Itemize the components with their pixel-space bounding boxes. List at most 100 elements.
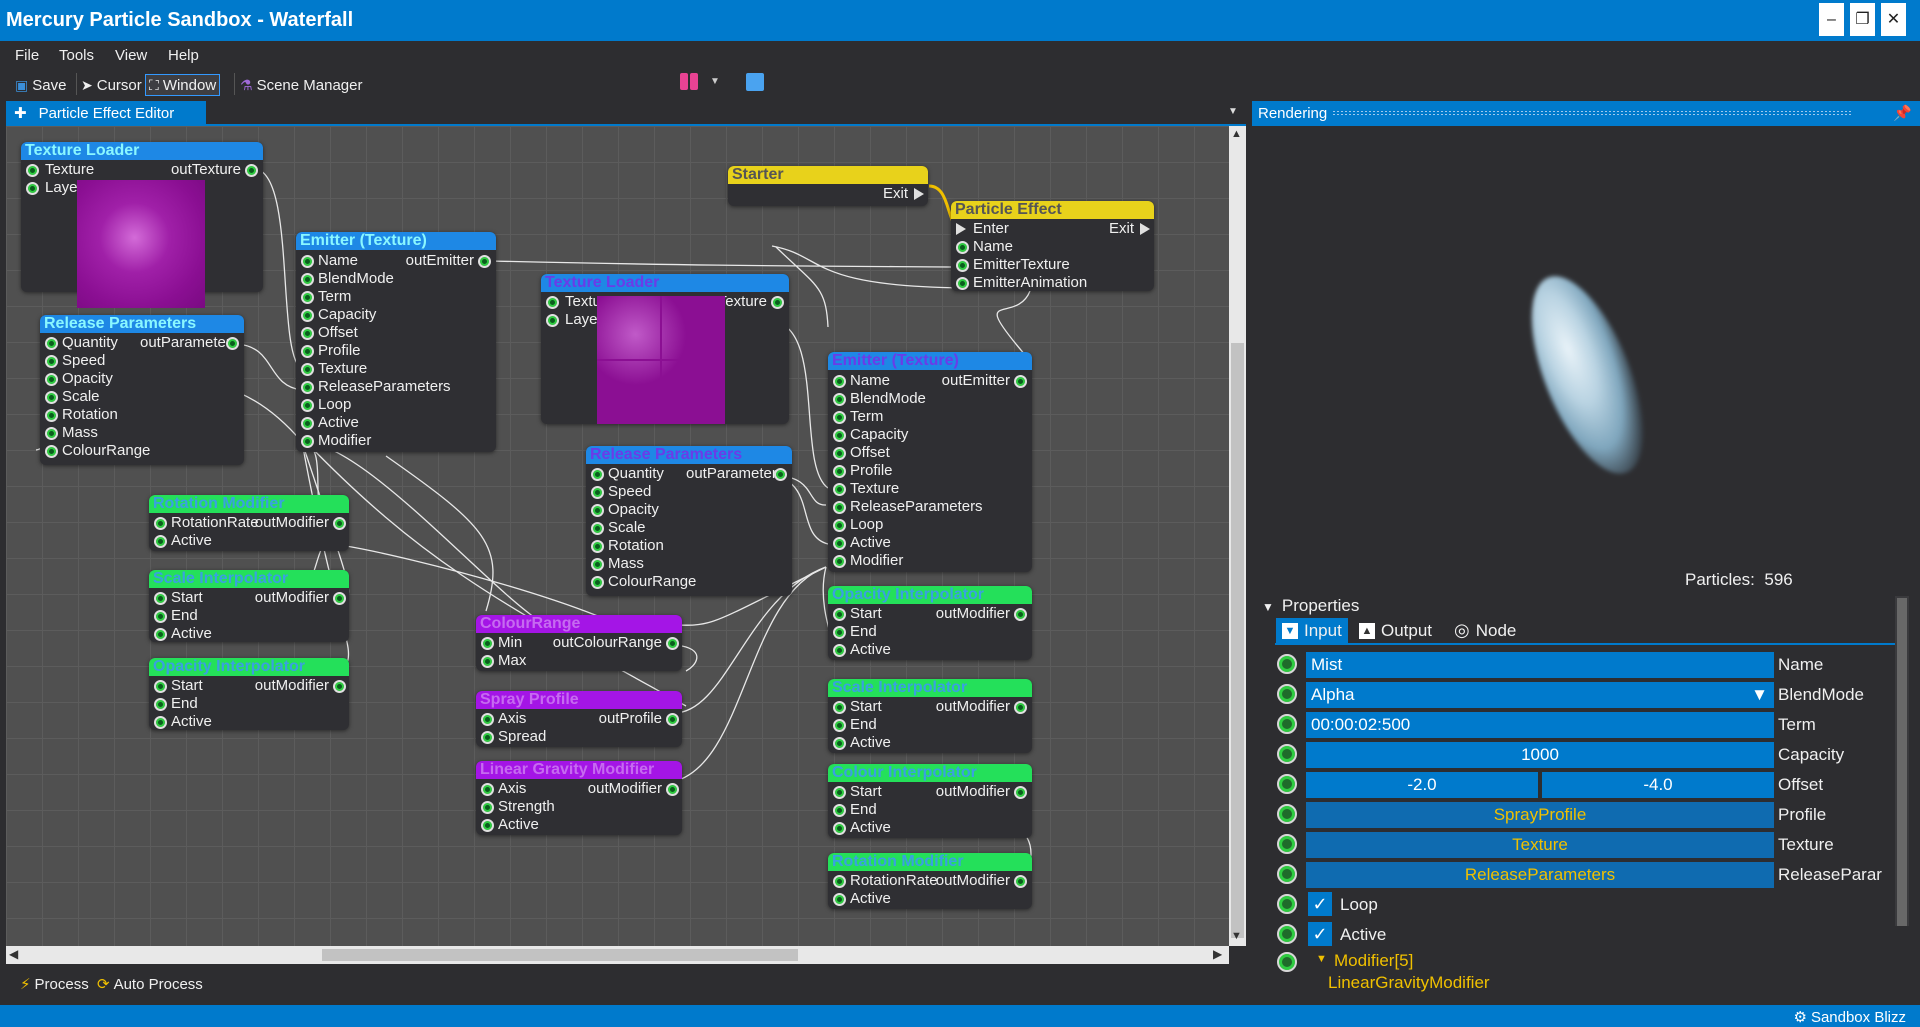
input-pin[interactable] [546,296,559,309]
input-pin[interactable] [301,435,314,448]
input-pin[interactable] [301,345,314,358]
input-pin[interactable] [591,540,604,553]
input-pin[interactable] [481,713,494,726]
input-pin[interactable] [591,576,604,589]
input-pin[interactable] [26,182,39,195]
input-pin[interactable] [591,504,604,517]
input-pin[interactable] [833,555,846,568]
input-pin[interactable] [45,427,58,440]
menu-help[interactable]: Help [168,47,199,64]
input-pin[interactable] [45,409,58,422]
input-pin[interactable] [833,447,846,460]
exec-out-pin[interactable] [914,188,924,200]
editor-menu-chevron-icon[interactable]: ▼ [1228,106,1238,117]
starter-node[interactable]: Starter Exit [728,166,928,206]
input-pin[interactable] [481,801,494,814]
output-pin[interactable] [226,337,239,350]
input-pin[interactable] [833,429,846,442]
input-pin[interactable] [301,399,314,412]
emitter-node[interactable]: Emitter (Texture) outEmitter Name BlendM… [296,232,496,452]
texture-loader-node[interactable]: Texture Loader Texture Layer outTexture [541,274,789,424]
output-pin[interactable] [1014,701,1027,714]
active-pin[interactable] [1277,924,1297,944]
input-pin[interactable] [833,804,846,817]
texture-field[interactable]: Texture [1306,832,1774,858]
texture-loader-node[interactable]: Texture Loader Texture Layer outTexture [21,142,263,308]
input-pin[interactable] [956,277,969,290]
spray-profile-node[interactable]: Spray Profile outProfile Axis Spread [476,691,682,747]
output-pin[interactable] [774,468,787,481]
input-pin[interactable] [591,522,604,535]
output-pin[interactable] [666,637,679,650]
input-pin[interactable] [301,309,314,322]
input-pin[interactable] [833,501,846,514]
offset-pin[interactable] [1277,774,1297,794]
input-pin[interactable] [956,259,969,272]
input-pin[interactable] [481,819,494,832]
release-parameters-pin[interactable] [1277,864,1297,884]
cursor-button[interactable]: ➤ Cursor [78,74,145,96]
output-pin[interactable] [1014,786,1027,799]
input-pin[interactable] [833,719,846,732]
tab-node[interactable]: ◎ Node [1448,618,1522,643]
input-pin[interactable] [154,610,167,623]
scene-manager-button[interactable]: ⚗ Scene Manager [237,74,365,96]
exec-in-pin[interactable] [956,223,966,235]
name-field[interactable]: Mist [1306,652,1774,678]
input-pin[interactable] [833,465,846,478]
input-pin[interactable] [481,731,494,744]
blendmode-select[interactable]: Alpha ▼ [1306,682,1774,708]
input-pin[interactable] [45,373,58,386]
output-pin[interactable] [245,164,258,177]
tab-input[interactable]: ▼ Input [1276,618,1348,643]
output-pin[interactable] [666,713,679,726]
particle-effect-node[interactable]: Particle Effect Enter Exit Name EmitterT… [951,201,1154,291]
rotation-modifier-node[interactable]: Rotation Modifier RotationRate Active ou… [149,495,349,551]
input-pin[interactable] [45,391,58,404]
input-pin[interactable] [154,628,167,641]
pause-icon[interactable] [680,73,688,90]
input-pin[interactable] [833,608,846,621]
input-pin[interactable] [833,519,846,532]
input-pin[interactable] [833,786,846,799]
input-pin[interactable] [154,592,167,605]
colour-interpolator-node[interactable]: Colour Interpolator outModifier Start En… [828,764,1032,838]
input-pin[interactable] [591,558,604,571]
output-pin[interactable] [1014,375,1027,388]
auto-process-button[interactable]: ⟳ Auto Process [97,975,203,994]
name-pin[interactable] [1277,654,1297,674]
menu-tools[interactable]: Tools [59,47,94,64]
output-pin[interactable] [1014,608,1027,621]
scroll-up-icon[interactable]: ▲ [1231,128,1242,140]
modifier-label[interactable]: Modifier[5] [1334,951,1413,971]
input-pin[interactable] [833,644,846,657]
term-field[interactable]: 00:00:02:500 [1306,712,1774,738]
node-canvas[interactable]: Texture Loader Texture Layer outTexture … [6,126,1229,946]
term-pin[interactable] [1277,714,1297,734]
opacity-interpolator-node[interactable]: Opacity Interpolator outModifier Start E… [828,586,1032,660]
release-parameters-node[interactable]: Release Parameters outParameters Quantit… [586,446,792,596]
input-pin[interactable] [833,537,846,550]
pause-dropdown-icon[interactable]: ▼ [710,76,720,87]
input-pin[interactable] [45,337,58,350]
save-button[interactable]: ▣ Save [12,74,69,96]
profile-pin[interactable] [1277,804,1297,824]
input-pin[interactable] [154,716,167,729]
input-pin[interactable] [833,375,846,388]
output-pin[interactable] [478,255,491,268]
modifier-item[interactable]: LinearGravityModifier [1328,973,1490,993]
stop-icon[interactable] [746,73,764,91]
scale-interpolator-node[interactable]: Scale Interpolator outModifier Start End… [828,679,1032,753]
input-pin[interactable] [154,535,167,548]
input-pin[interactable] [833,701,846,714]
properties-scroll-thumb[interactable] [1897,598,1907,926]
input-pin[interactable] [301,291,314,304]
close-button[interactable]: ✕ [1881,3,1906,36]
restore-button[interactable]: ❐ [1850,3,1875,36]
input-pin[interactable] [481,783,494,796]
minimize-button[interactable]: – [1819,3,1844,36]
input-pin[interactable] [833,822,846,835]
linear-gravity-modifier-node[interactable]: Linear Gravity Modifier outModifier Axis… [476,761,682,835]
input-pin[interactable] [546,314,559,327]
output-pin[interactable] [666,783,679,796]
